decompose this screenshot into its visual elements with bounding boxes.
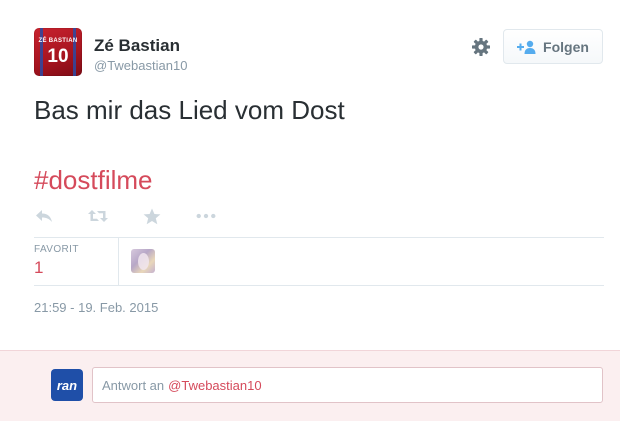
reply-mention: @Twebastian10 (168, 377, 262, 393)
divider (34, 237, 604, 238)
favoriter-avatar[interactable] (131, 249, 155, 273)
hashtag-link[interactable]: #dostfilme (34, 165, 153, 195)
avatar-number: 10 (47, 46, 69, 67)
retweet-icon[interactable] (88, 207, 108, 225)
favorites-count[interactable]: 1 (34, 258, 43, 278)
avatar-text: ZÉ BASTIAN (38, 38, 78, 44)
more-icon[interactable] (196, 207, 216, 225)
ran-logo: ran (51, 369, 83, 401)
profile-avatar[interactable]: ZÉ BASTIAN 10 (34, 28, 82, 76)
gear-icon[interactable] (471, 37, 491, 57)
user-name[interactable]: Zé Bastian (94, 36, 180, 56)
user-handle[interactable]: @Twebastian10 (94, 58, 187, 73)
add-user-icon (517, 40, 537, 54)
tweet-text: Bas mir das Lied vom Dost (34, 95, 345, 125)
reply-input[interactable]: Antwort an @Twebastian10 (92, 367, 603, 403)
favorite-icon[interactable] (142, 207, 162, 225)
follow-label: Folgen (543, 38, 589, 55)
tweet-timestamp[interactable]: 21:59 - 19. Feb. 2015 (34, 300, 158, 315)
divider (118, 238, 119, 285)
follow-button[interactable]: Folgen (503, 29, 603, 64)
tweet-actions (34, 206, 250, 226)
reply-prefix: Antwort an (102, 377, 165, 393)
reply-icon[interactable] (34, 207, 54, 225)
divider (34, 285, 604, 286)
favorites-label[interactable]: FAVORIT (34, 244, 79, 255)
